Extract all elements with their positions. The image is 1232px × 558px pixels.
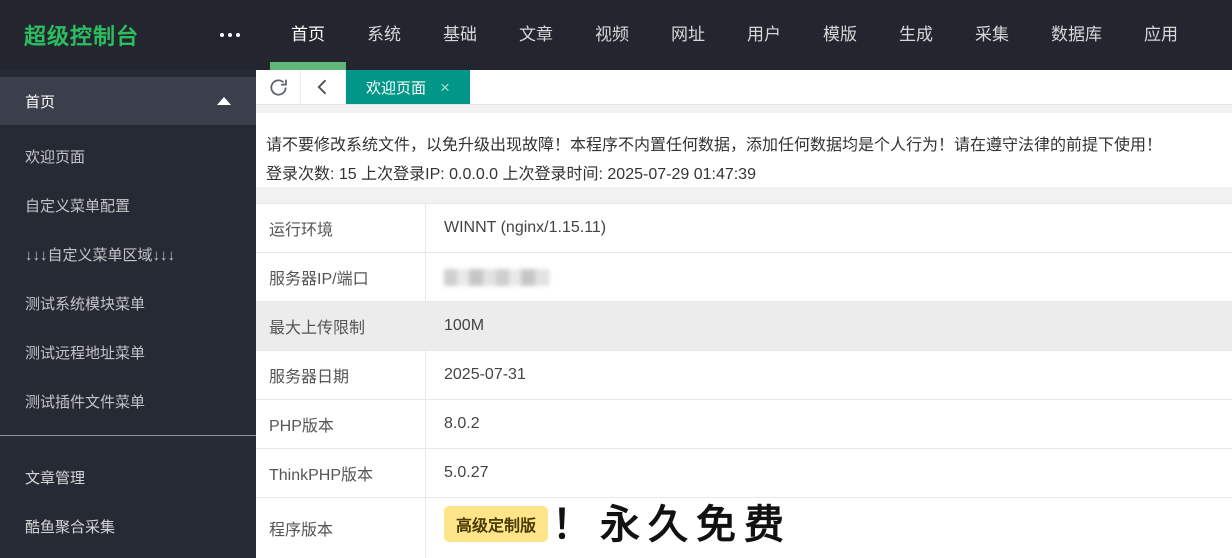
tab-bar: 欢迎页面 ×	[256, 70, 1232, 106]
top-nav: 首页 系统 基础 文章 视频 网址 用户 模版 生成 采集 数据库 应用	[270, 0, 1199, 70]
nav-item-template[interactable]: 模版	[802, 0, 878, 70]
nav-item-collect[interactable]: 采集	[954, 0, 1030, 70]
sidebar-item-welcome[interactable]: 欢迎页面	[0, 133, 256, 182]
top-navbar: 超级控制台 首页 系统 基础 文章 视频 网址 用户 模版 生成 采集 数据库 …	[0, 0, 1232, 70]
sidebar: 首页 欢迎页面 自定义菜单配置 ↓↓↓自定义菜单区域↓↓↓ 测试系统模块菜单 测…	[0, 70, 256, 558]
nav-item-generate[interactable]: 生成	[878, 0, 954, 70]
row-label: 服务器日期	[256, 351, 426, 399]
nav-item-home[interactable]: 首页	[270, 0, 346, 70]
row-label: 服务器IP/端口	[256, 253, 426, 301]
tab-label: 欢迎页面	[366, 79, 427, 97]
sidebar-group-home[interactable]: 首页	[0, 77, 256, 125]
sidebar-item-custom-menu[interactable]: 自定义菜单配置	[0, 182, 256, 231]
nav-item-basic[interactable]: 基础	[422, 0, 498, 70]
row-label: ThinkPHP版本	[256, 449, 426, 497]
row-value: 8.0.2	[444, 415, 480, 432]
back-button[interactable]	[301, 70, 346, 105]
chevron-up-icon	[217, 97, 231, 105]
row-value: 100M	[444, 317, 485, 334]
row-label: 最大上传限制	[269, 320, 366, 337]
table-row-server-ip: 服务器IP/端口	[256, 253, 1232, 302]
sidebar-group-label: 首页	[25, 93, 56, 111]
row-label: 运行环境	[256, 204, 426, 252]
app-logo: 超级控制台	[24, 24, 140, 49]
table-row-env: 运行环境 WINNT (nginx/1.15.11)	[256, 204, 1232, 253]
refresh-icon	[267, 76, 290, 99]
system-info-table: 运行环境 WINNT (nginx/1.15.11) 服务器IP/端口 最大上传…	[256, 203, 1232, 558]
nav-item-database[interactable]: 数据库	[1030, 0, 1123, 70]
table-row-php-version: PHP版本 8.0.2	[256, 400, 1232, 449]
refresh-button[interactable]	[256, 70, 301, 105]
version-big-text: ！永久免费	[552, 503, 793, 547]
nav-item-system[interactable]: 系统	[346, 0, 422, 70]
logo-area: 超级控制台	[0, 0, 256, 70]
row-value: WINNT (nginx/1.15.11)	[444, 219, 607, 236]
row-value: 2025-07-31	[444, 366, 526, 383]
table-row-program-version: 程序版本 高级定制版 ！永久免费	[256, 498, 1232, 558]
table-row-server-date: 服务器日期 2025-07-31	[256, 351, 1232, 400]
sidebar-group-kuyu-collect[interactable]: 酷鱼聚合采集	[0, 503, 256, 552]
masked-ip-value	[444, 268, 549, 286]
nav-item-app[interactable]: 应用	[1123, 0, 1199, 70]
sidebar-item-test-remote[interactable]: 测试远程地址菜单	[0, 329, 256, 378]
tab-welcome-page[interactable]: 欢迎页面 ×	[346, 70, 470, 105]
nav-item-video[interactable]: 视频	[574, 0, 650, 70]
row-value: 5.0.27	[444, 464, 489, 481]
main-content: 欢迎页面 × 请不要修改系统文件，以免升级出现故障！本程序不内置任何数据，添加任…	[256, 70, 1232, 558]
table-row-thinkphp-version: ThinkPHP版本 5.0.27	[256, 449, 1232, 498]
notice-line1: 请不要修改系统文件，以免升级出现故障！本程序不内置任何数据，添加任何数据均是个人…	[266, 137, 1163, 155]
row-value	[426, 253, 1232, 301]
notice-line2: 登录次数: 15 上次登录IP: 0.0.0.0 上次登录时间: 2025-07…	[266, 166, 756, 184]
sidebar-menu: 欢迎页面 自定义菜单配置 ↓↓↓自定义菜单区域↓↓↓ 测试系统模块菜单 测试远程…	[0, 125, 256, 435]
table-row-upload-limit: 最大上传限制 100M	[256, 302, 1232, 351]
tab-close-icon[interactable]: ×	[440, 79, 450, 96]
version-badge: 高级定制版	[444, 506, 549, 542]
nav-item-article[interactable]: 文章	[498, 0, 574, 70]
sidebar-item-custom-area[interactable]: ↓↓↓自定义菜单区域↓↓↓	[0, 231, 256, 280]
row-value: 高级定制版 ！永久免费	[426, 498, 1232, 558]
system-notice: 请不要修改系统文件，以免升级出现故障！本程序不内置任何数据，添加任何数据均是个人…	[256, 113, 1232, 187]
more-ellipsis-icon[interactable]	[216, 27, 244, 43]
row-label: PHP版本	[256, 400, 426, 448]
sidebar-group-article-manage[interactable]: 文章管理	[0, 454, 256, 503]
chevron-left-icon	[313, 77, 333, 97]
sidebar-item-test-plugin[interactable]: 测试插件文件菜单	[0, 378, 256, 427]
nav-item-website[interactable]: 网址	[650, 0, 726, 70]
row-label: 程序版本	[256, 498, 426, 558]
nav-item-user[interactable]: 用户	[726, 0, 802, 70]
sidebar-sections: 文章管理 酷鱼聚合采集	[0, 436, 256, 552]
sidebar-item-test-system[interactable]: 测试系统模块菜单	[0, 280, 256, 329]
